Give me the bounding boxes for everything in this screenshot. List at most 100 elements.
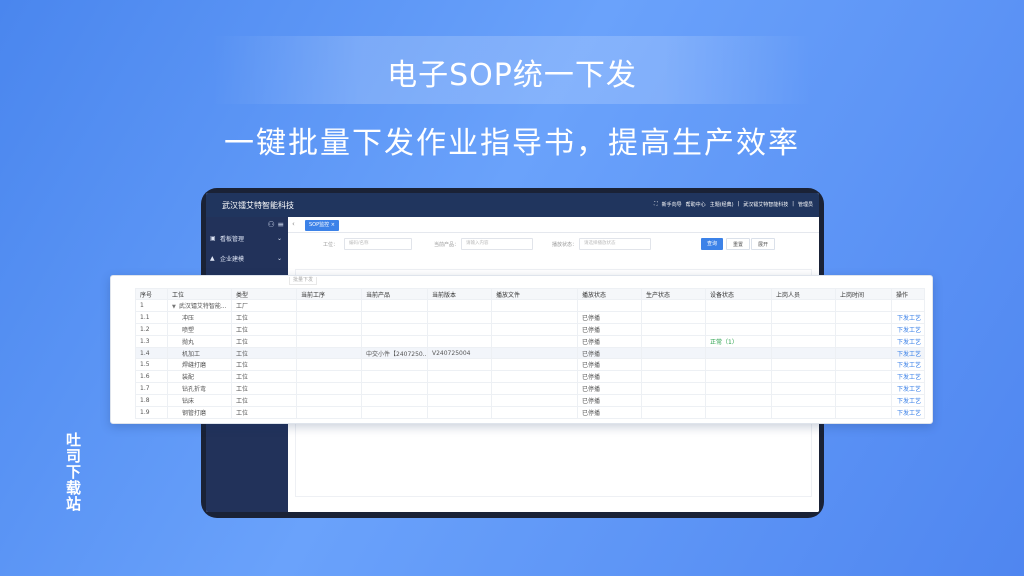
status-select[interactable]: 请选择播放状态 (579, 238, 651, 250)
sidebar-item-label: 企业建模 (220, 255, 245, 263)
cell-action[interactable]: 下发工艺 (891, 406, 925, 419)
cell-text: 下发工艺 (896, 374, 921, 382)
cell-action[interactable]: 下发工艺 (891, 322, 925, 336)
cell-no: 1.9 (135, 406, 168, 419)
cell-text: 已停播 (582, 350, 601, 358)
cell-text: 工位 (236, 386, 249, 394)
company-link[interactable]: 武汉镭艾特智能科技 (743, 201, 788, 208)
cell-action[interactable]: 下发工艺 (891, 334, 925, 348)
cell-action[interactable]: 下发工艺 (891, 370, 925, 384)
cell-text: 工位 (236, 350, 249, 358)
col-header: 播放文件 (491, 288, 578, 300)
tree-caret-icon[interactable]: ▼ (172, 304, 176, 310)
cell-text: 焊缝打磨 (182, 362, 207, 370)
app-header: 武汉镭艾特智能科技 ⛶ 新手向导 帮助中心 主题(经典) | 武汉镭艾特智能科技… (206, 193, 819, 217)
cell-staff (771, 358, 836, 372)
help-link[interactable]: 帮助中心 (686, 201, 706, 208)
guide-link[interactable]: 新手向导 (662, 201, 682, 208)
cell-action[interactable]: 下发工艺 (891, 382, 925, 396)
cell-device (705, 322, 772, 336)
cell-process (296, 370, 362, 384)
product-input[interactable]: 请输入内容 (461, 238, 533, 250)
sidebar-item-dashboard[interactable]: ▣ 看板管理 ⌄ (206, 229, 288, 247)
cell-action[interactable]: 下发工艺 (891, 394, 925, 408)
table-row[interactable]: 1 ▼ 武汉镭艾特智能... 工厂 (135, 299, 925, 312)
user-link[interactable]: 管理员 (798, 201, 813, 208)
cell-text: 1.2 (140, 325, 150, 333)
table-row[interactable]: 1.8 钻床 工位 已停播 下发工艺 (135, 394, 925, 408)
cell-no: 1 (135, 299, 168, 312)
cell-action[interactable]: 下发工艺 (891, 310, 925, 324)
table-row[interactable]: 1.2 喷塑 工位 已停播 下发工艺 (135, 322, 925, 336)
cell-name: 喷塑 (167, 322, 232, 336)
tab-bar: ‹ SOP监控 × (288, 217, 819, 233)
cell-text: 下发工艺 (896, 326, 921, 334)
cell-text: 1.5 (140, 361, 150, 369)
batch-dispatch-tab[interactable]: 批量下发 (289, 277, 318, 285)
cell-text: 工位 (236, 338, 249, 346)
table-row[interactable]: 1.7 钻孔折弯 工位 已停播 下发工艺 (135, 382, 925, 396)
cell-text: 工厂 (236, 302, 249, 310)
cell-product (361, 299, 428, 312)
cell-play: 已停播 (577, 358, 642, 372)
cell-no: 1.2 (135, 322, 168, 336)
cell-file (491, 406, 578, 419)
cell-type: 工位 (231, 334, 297, 348)
cell-action[interactable]: 下发工艺 (891, 358, 925, 372)
cell-text: 1.6 (140, 373, 150, 381)
cell-version (427, 299, 492, 312)
cell-text: 工位 (236, 374, 249, 382)
tab-sop-monitor[interactable]: SOP监控 × (305, 220, 339, 231)
cell-type: 工位 (231, 394, 297, 408)
cell-text: 1.7 (140, 385, 150, 393)
menu-toggle-icon[interactable]: ⚇ ≡ (268, 220, 284, 229)
cell-text: 1.4 (140, 349, 150, 357)
cell-type: 工位 (231, 310, 297, 324)
cell-action[interactable]: 下发工艺 (891, 346, 925, 360)
fullscreen-icon[interactable]: ⛶ (654, 201, 658, 208)
col-header: 类型 (231, 288, 297, 300)
cell-device (705, 358, 772, 372)
cell-prod (641, 346, 706, 360)
table-row[interactable]: 1.4 机加工 工位 中交小件【2407250... V240725004 已停播 下发工艺 (135, 346, 925, 360)
cell-product (361, 334, 428, 348)
cell-action (891, 299, 925, 312)
hero-title: 电子SOP统一下发 (387, 58, 637, 93)
table-row[interactable]: 1.9 钢管打磨 工位 已停播 下发工艺 (135, 406, 925, 419)
query-button[interactable]: 查询 (701, 238, 724, 250)
hero-subtitle: 一键批量下发作业指导书，提高生产效率 (224, 126, 800, 161)
reset-button[interactable]: 重置 (726, 238, 751, 250)
cell-name: ▼ 武汉镭艾特智能... (167, 299, 232, 312)
cell-product (361, 370, 428, 384)
cell-text: 已停播 (582, 338, 601, 346)
cell-prod (641, 370, 706, 384)
cell-device (705, 394, 772, 408)
cell-name: 钻床 (167, 394, 232, 408)
table-row[interactable]: 1.6 装配 工位 已停播 下发工艺 (135, 370, 925, 384)
table-header-row: 序号 工位 类型 当前工序 当前产品 当前版本 播放文件 播放状态 生产状态 设… (135, 288, 925, 300)
cell-text: 中交小件【2407250... (366, 350, 428, 358)
expand-button[interactable]: 展开 (751, 238, 776, 250)
col-header: 工位 (167, 288, 232, 300)
product-label: 当前产品： (434, 242, 460, 248)
cell-text: 钢管打磨 (182, 409, 207, 417)
theme-link[interactable]: 主题(经典) (710, 201, 734, 208)
sidebar-item-modeling[interactable]: ▲ 企业建模 ⌄ (206, 249, 288, 267)
cell-no: 1.6 (135, 370, 168, 384)
cell-device (705, 310, 772, 324)
cell-process (296, 322, 362, 336)
cell-product (361, 406, 428, 419)
cell-file (491, 310, 578, 324)
chevron-left-icon[interactable]: ‹ (292, 220, 295, 228)
cell-time (835, 334, 892, 348)
cell-staff (771, 406, 836, 419)
cell-file (491, 394, 578, 408)
table-row[interactable]: 1.5 焊缝打磨 工位 已停播 下发工艺 (135, 358, 925, 372)
cell-product (361, 382, 428, 396)
cell-product (361, 394, 428, 408)
cell-text: 下发工艺 (896, 362, 921, 370)
table-row[interactable]: 1.1 冲压 工位 已停播 下发工艺 (135, 310, 925, 324)
process-input[interactable]: 编码/名称 (344, 238, 412, 250)
table-row[interactable]: 1.3 抛丸 工位 已停播 正常（1） 下发工艺 (135, 334, 925, 348)
cell-text: 机加工 (182, 350, 201, 358)
